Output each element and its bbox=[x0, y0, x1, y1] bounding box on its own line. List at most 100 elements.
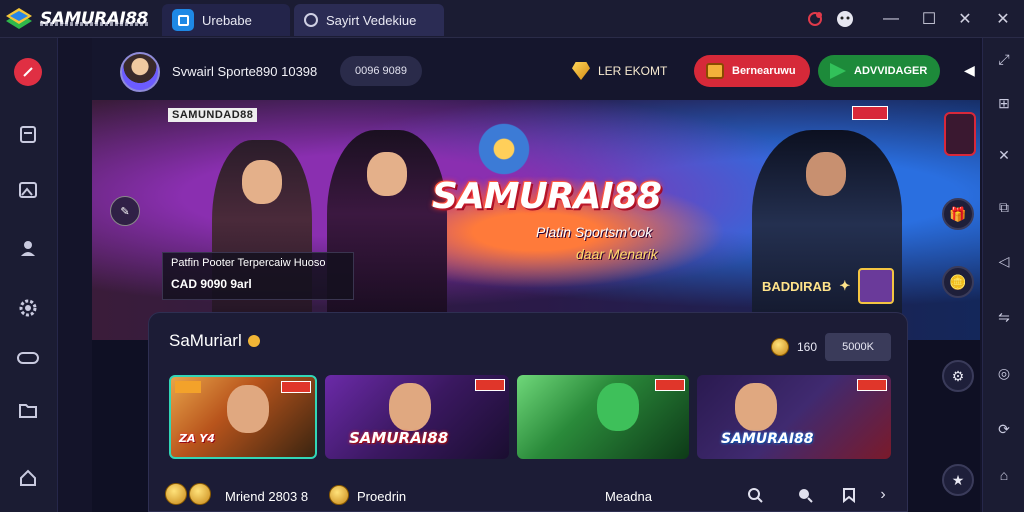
settings-icon[interactable]: ⚙ bbox=[942, 360, 974, 392]
top-bar: Svwairl Sporte890 10398 0096 9089 LER EK… bbox=[92, 38, 980, 100]
character-face bbox=[806, 152, 846, 196]
user-icon[interactable] bbox=[14, 234, 42, 262]
gear-icon[interactable] bbox=[14, 294, 42, 322]
notification-icon[interactable] bbox=[802, 6, 828, 32]
app-logo: SAMURAI88 bbox=[4, 3, 156, 35]
play-icon bbox=[830, 63, 846, 79]
chevron-left-icon[interactable]: ◀ bbox=[964, 62, 975, 79]
search-icon[interactable] bbox=[745, 485, 765, 505]
diamond-icon bbox=[572, 62, 590, 80]
tab-2[interactable]: Sayirt Vedekiue bbox=[294, 4, 444, 36]
character-left bbox=[212, 140, 312, 340]
promo-value: CAD 9090 9arl bbox=[171, 277, 252, 291]
promo-box[interactable]: Patfin Pooter Terpercaiw Huoso CAD 9090 … bbox=[162, 252, 354, 300]
character-face bbox=[597, 383, 639, 431]
gift-icon bbox=[706, 63, 724, 79]
game-card[interactable] bbox=[517, 375, 689, 459]
clipboard-icon[interactable] bbox=[14, 120, 42, 148]
edit-icon[interactable]: ✎ bbox=[110, 196, 140, 226]
title-bar: SAMURAI88 Urebabe Sayirt Vedekiue — ☐ ✕ … bbox=[0, 0, 1024, 38]
shuffle-icon[interactable]: ✕ bbox=[993, 144, 1015, 166]
bottom-label[interactable]: Meadna bbox=[605, 489, 652, 504]
emblem-icon bbox=[464, 120, 544, 178]
link-icon[interactable]: ⇋ bbox=[993, 306, 1015, 328]
coin-icon bbox=[189, 483, 211, 505]
badge-icon[interactable] bbox=[944, 112, 976, 156]
bottom-label[interactable]: Mriend 2803 8 bbox=[225, 489, 308, 504]
bookmark-icon[interactable] bbox=[839, 485, 859, 505]
coin-stack-icon[interactable]: 🪙 bbox=[942, 266, 974, 298]
trophy-icon bbox=[858, 268, 895, 304]
username: Svwairl Sporte890 10398 bbox=[172, 64, 318, 79]
bottom-bar: Mriend 2803 8 Proedrin Meadna › bbox=[149, 477, 909, 512]
image-icon[interactable] bbox=[14, 176, 42, 204]
close-app-button[interactable]: ✕ bbox=[990, 6, 1016, 32]
banner-subtitle-2: daar Menarik bbox=[576, 246, 658, 262]
minimize-button[interactable]: — bbox=[878, 6, 904, 32]
hot-tag bbox=[281, 381, 311, 393]
pen-icon[interactable] bbox=[14, 58, 42, 86]
zoom-icon[interactable] bbox=[795, 485, 815, 505]
download-button[interactable]: ADVVIDAGER bbox=[818, 55, 940, 87]
expand-icon[interactable]: ⤢ bbox=[993, 48, 1015, 70]
character-face bbox=[227, 385, 269, 433]
character-right bbox=[752, 130, 902, 340]
close-button[interactable]: ✕ bbox=[952, 6, 978, 32]
coin-icon bbox=[329, 485, 349, 505]
reward-badge[interactable]: BADDIRAB ✦ bbox=[762, 268, 895, 304]
balance-value: 160 bbox=[797, 340, 818, 354]
balance-chip[interactable]: 5000K bbox=[825, 333, 892, 361]
coin-icon bbox=[771, 338, 789, 356]
chevron-right-icon[interactable]: › bbox=[873, 485, 893, 505]
account-icon[interactable] bbox=[832, 6, 858, 32]
reward-text: BADDIRAB bbox=[762, 278, 832, 294]
hot-tag bbox=[852, 106, 888, 120]
balance-text: LER EKOMT bbox=[598, 64, 668, 78]
balance-display: LER EKOMT bbox=[572, 62, 667, 80]
bottom-label[interactable]: Proedrin bbox=[357, 489, 406, 504]
game-title: ZA Y4 bbox=[179, 432, 215, 445]
maximize-button[interactable]: ☐ bbox=[916, 6, 942, 32]
tab-label: Sayirt Vedekiue bbox=[326, 12, 417, 28]
game-card[interactable]: SAMURAI88 bbox=[697, 375, 891, 459]
main-content: Svwairl Sporte890 10398 0096 9089 LER EK… bbox=[92, 38, 980, 512]
banner-subtitle: Platin Sportsm'ook bbox=[536, 224, 653, 240]
banner-tag: SAMUNDAD88 bbox=[168, 108, 258, 122]
folder-icon[interactable] bbox=[14, 396, 42, 424]
banner-brand: SAMURAI88 bbox=[432, 176, 662, 217]
game-card[interactable]: ZA Y4 bbox=[169, 375, 317, 459]
left-sidebar bbox=[0, 38, 58, 512]
game-card[interactable]: SAMURAI88 bbox=[325, 375, 509, 459]
promo-text: Patfin Pooter Terpercaiw Huoso bbox=[171, 257, 326, 269]
star-icon[interactable]: ★ bbox=[942, 464, 974, 496]
hot-tag bbox=[655, 379, 685, 391]
hero-banner[interactable]: SAMUNDAD88 ✎ SAMURAI88 Platin Sportsm'oo… bbox=[92, 100, 980, 340]
rotate-icon[interactable]: ⟳ bbox=[993, 418, 1015, 440]
back-icon[interactable]: ◁ bbox=[993, 250, 1015, 272]
coin-icon bbox=[247, 335, 260, 347]
character-face bbox=[389, 383, 431, 431]
home-icon[interactable] bbox=[14, 464, 42, 492]
deposit-label: Bernearuwu bbox=[732, 65, 796, 77]
home-icon[interactable]: ⌂ bbox=[993, 464, 1015, 486]
grid-icon[interactable]: ⊞ bbox=[993, 92, 1015, 114]
avatar[interactable] bbox=[120, 52, 160, 92]
camera-icon[interactable]: ◎ bbox=[993, 362, 1015, 384]
games-panel: SaMuriarl 160 5000K ZA Y4 SAMURAI88 SAMU… bbox=[148, 312, 908, 512]
app-store-icon bbox=[172, 9, 194, 31]
game-title: SAMURAI88 bbox=[349, 429, 449, 447]
tab-1[interactable]: Urebabe bbox=[162, 4, 290, 36]
tab-label: Urebabe bbox=[202, 12, 252, 28]
copy-icon[interactable]: ⧉ bbox=[993, 196, 1015, 218]
panel-title: SaMuriarl bbox=[169, 331, 260, 351]
controller-icon[interactable] bbox=[14, 344, 42, 372]
character-face bbox=[242, 160, 282, 204]
user-id-chip[interactable]: 0096 9089 bbox=[340, 56, 422, 86]
character-center bbox=[327, 130, 447, 340]
deposit-button[interactable]: Bernearuwu bbox=[694, 55, 810, 87]
hot-tag bbox=[475, 379, 505, 391]
gift-icon[interactable]: 🎁 bbox=[942, 198, 974, 230]
coins-icon bbox=[165, 483, 211, 505]
app-logo-icon bbox=[6, 8, 32, 29]
sparkle-icon: ✦ bbox=[839, 278, 851, 293]
